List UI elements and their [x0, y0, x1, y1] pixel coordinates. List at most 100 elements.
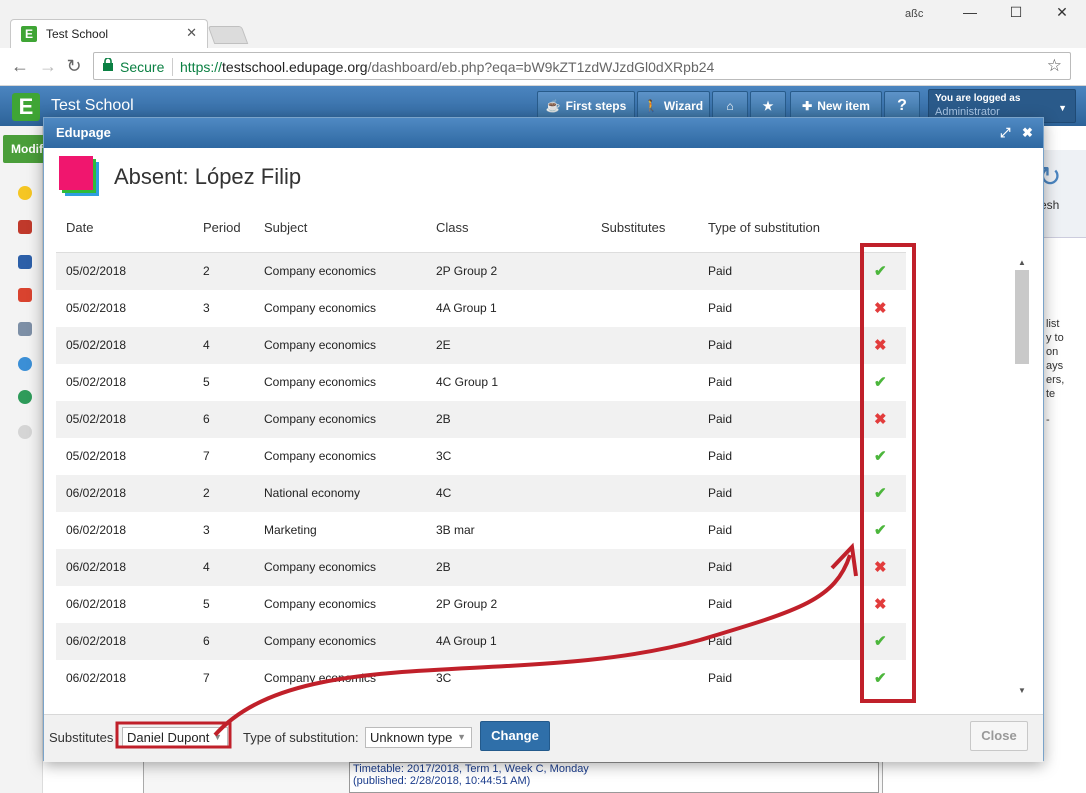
subject-cell: Company economics	[264, 375, 377, 389]
table-row[interactable]: 06/02/2018 2 National economy 4C Paid ✔	[56, 475, 906, 512]
period-cell: 6	[203, 412, 210, 426]
table-row[interactable]: 06/02/2018 6 Company economics 4A Group 1 Pa…	[56, 623, 906, 660]
column-header-subject[interactable]: Subject	[264, 220, 307, 235]
tab-close-icon[interactable]: ✕	[186, 25, 197, 41]
table-scrollbar[interactable]: ▲ ▼	[1014, 258, 1030, 698]
type-cell: Paid	[708, 375, 733, 389]
class-cell: 4A Group 1	[436, 301, 497, 315]
column-header-type[interactable]: Type of substitution	[708, 220, 820, 235]
pdf-icon[interactable]	[18, 288, 32, 302]
timetable-published: (published: 2/28/2018, 10:44:51 AM)	[353, 775, 531, 787]
minimize-button[interactable]: —	[955, 4, 985, 20]
date-cell: 05/02/2018	[66, 412, 127, 426]
cross-icon[interactable]: ✖	[874, 595, 887, 613]
period-cell: 6	[203, 634, 210, 648]
subject-cell: Company economics	[264, 264, 377, 278]
table-row[interactable]: 05/02/2018 4 Company economics 2E Paid ✖	[56, 327, 906, 364]
edupage-logo-icon[interactable]: E	[12, 93, 40, 121]
class-cell: 4C Group 1	[436, 375, 499, 389]
school-icon[interactable]	[18, 220, 32, 234]
period-cell: 3	[203, 523, 210, 537]
table-row[interactable]: 06/02/2018 4 Company economics 2B Paid ✖	[56, 549, 906, 586]
scroll-up-icon[interactable]: ▲	[1018, 258, 1026, 267]
browser-profile-icon[interactable]: aßc	[905, 8, 923, 20]
date-cell: 05/02/2018	[66, 338, 127, 352]
cross-icon[interactable]: ✖	[874, 558, 887, 576]
background-text: ers,	[1046, 374, 1065, 386]
table-row[interactable]: 05/02/2018 6 Company economics 2B Paid ✖	[56, 401, 906, 438]
dialog-titlebar: Edupage ⤢ ✖	[44, 118, 1043, 148]
period-cell: 7	[203, 449, 210, 463]
cross-icon[interactable]: ✖	[874, 410, 887, 428]
date-cell: 06/02/2018	[66, 523, 127, 537]
type-cell: Paid	[708, 338, 733, 352]
address-bar[interactable]: Secure https://testschool.edupage.org/da…	[93, 52, 1071, 80]
expand-icon[interactable]: ⤢	[1000, 118, 1010, 148]
table-row[interactable]: 05/02/2018 3 Company economics 4A Group 1 Pa…	[56, 290, 906, 327]
column-header-class[interactable]: Class	[436, 220, 469, 235]
table-row[interactable]: 05/02/2018 7 Company economics 3C Paid ✔	[56, 438, 906, 475]
close-window-button[interactable]: ✕	[1047, 4, 1077, 21]
absence-dialog: Edupage ⤢ ✖ Absent: López Filip Date Per…	[43, 117, 1044, 762]
lock-icon	[103, 58, 113, 71]
edupage-favicon-icon: E	[21, 26, 37, 42]
cross-icon[interactable]: ✖	[874, 336, 887, 354]
new-tab-button[interactable]	[207, 26, 249, 44]
type-of-substitution-select[interactable]: Unknown type ▼	[365, 727, 472, 748]
date-cell: 06/02/2018	[66, 560, 127, 574]
type-cell: Paid	[708, 597, 733, 611]
substitutes-select[interactable]: Daniel Dupont ▼	[122, 727, 228, 748]
globe-icon[interactable]	[18, 357, 32, 371]
bookmark-star-icon[interactable]: ☆	[1047, 56, 1062, 76]
close-icon[interactable]: ✖	[1022, 118, 1033, 148]
column-header-period[interactable]: Period	[203, 220, 241, 235]
column-header-date[interactable]: Date	[66, 220, 93, 235]
url-text: https://testschool.edupage.org/dashboard…	[180, 59, 715, 75]
settings-icon[interactable]	[18, 425, 32, 439]
cross-icon[interactable]: ✖	[874, 299, 887, 317]
table-row[interactable]: 06/02/2018 3 Marketing 3B mar Paid ✔	[56, 512, 906, 549]
subject-cell: Company economics	[264, 671, 377, 685]
checkmark-icon[interactable]: ✔	[874, 262, 887, 280]
period-cell: 4	[203, 560, 210, 574]
tab-title: Test School	[46, 27, 109, 41]
background-text: te	[1046, 388, 1056, 400]
change-button[interactable]: Change	[480, 721, 550, 751]
back-arrow-icon[interactable]: ←	[8, 56, 32, 77]
type-cell: Paid	[708, 301, 733, 315]
table-row[interactable]: 05/02/2018 2 Company economics 2P Group 2 Pa…	[56, 253, 906, 290]
scroll-thumb[interactable]	[1015, 270, 1029, 364]
background-text: y to	[1046, 332, 1064, 344]
favorites-star-icon[interactable]	[18, 186, 32, 200]
class-cell: 3C	[436, 449, 452, 463]
browser-tab[interactable]: E Test School ✕	[10, 19, 208, 48]
scroll-down-icon[interactable]: ▼	[1018, 686, 1026, 695]
maximize-button[interactable]: ☐	[1001, 4, 1031, 21]
book-icon[interactable]	[18, 255, 32, 269]
background-text: -	[1046, 414, 1050, 426]
subject-cell: Company economics	[264, 597, 377, 611]
background-text: on	[1046, 346, 1059, 358]
reload-icon[interactable]: ↻	[62, 56, 86, 77]
period-cell: 5	[203, 597, 210, 611]
column-header-substitutes[interactable]: Substitutes	[601, 220, 665, 235]
table-row[interactable]: 05/02/2018 5 Company economics 4C Group 1 Pa…	[56, 364, 906, 401]
class-cell: 4C	[436, 486, 452, 500]
close-button[interactable]: Close	[970, 721, 1028, 751]
tools-icon[interactable]	[18, 322, 32, 336]
table-header: Date Period Subject Class Substitutes Ty…	[56, 213, 906, 253]
checkmark-icon[interactable]: ✔	[874, 521, 887, 539]
forward-arrow-icon[interactable]: →	[36, 56, 60, 77]
checkmark-icon[interactable]: ✔	[874, 484, 887, 502]
world-icon[interactable]	[18, 390, 32, 404]
period-cell: 2	[203, 264, 210, 278]
table-row[interactable]: 06/02/2018 7 Company economics 3C Paid ✔	[56, 660, 906, 697]
checkmark-icon[interactable]: ✔	[874, 373, 887, 391]
checkmark-icon[interactable]: ✔	[874, 447, 887, 465]
subject-cell: Marketing	[264, 523, 317, 537]
chevron-down-icon: ▼	[213, 732, 222, 742]
period-cell: 2	[203, 486, 210, 500]
checkmark-icon[interactable]: ✔	[874, 632, 887, 650]
table-row[interactable]: 06/02/2018 5 Company economics 2P Group 2 Pa…	[56, 586, 906, 623]
checkmark-icon[interactable]: ✔	[874, 669, 887, 687]
